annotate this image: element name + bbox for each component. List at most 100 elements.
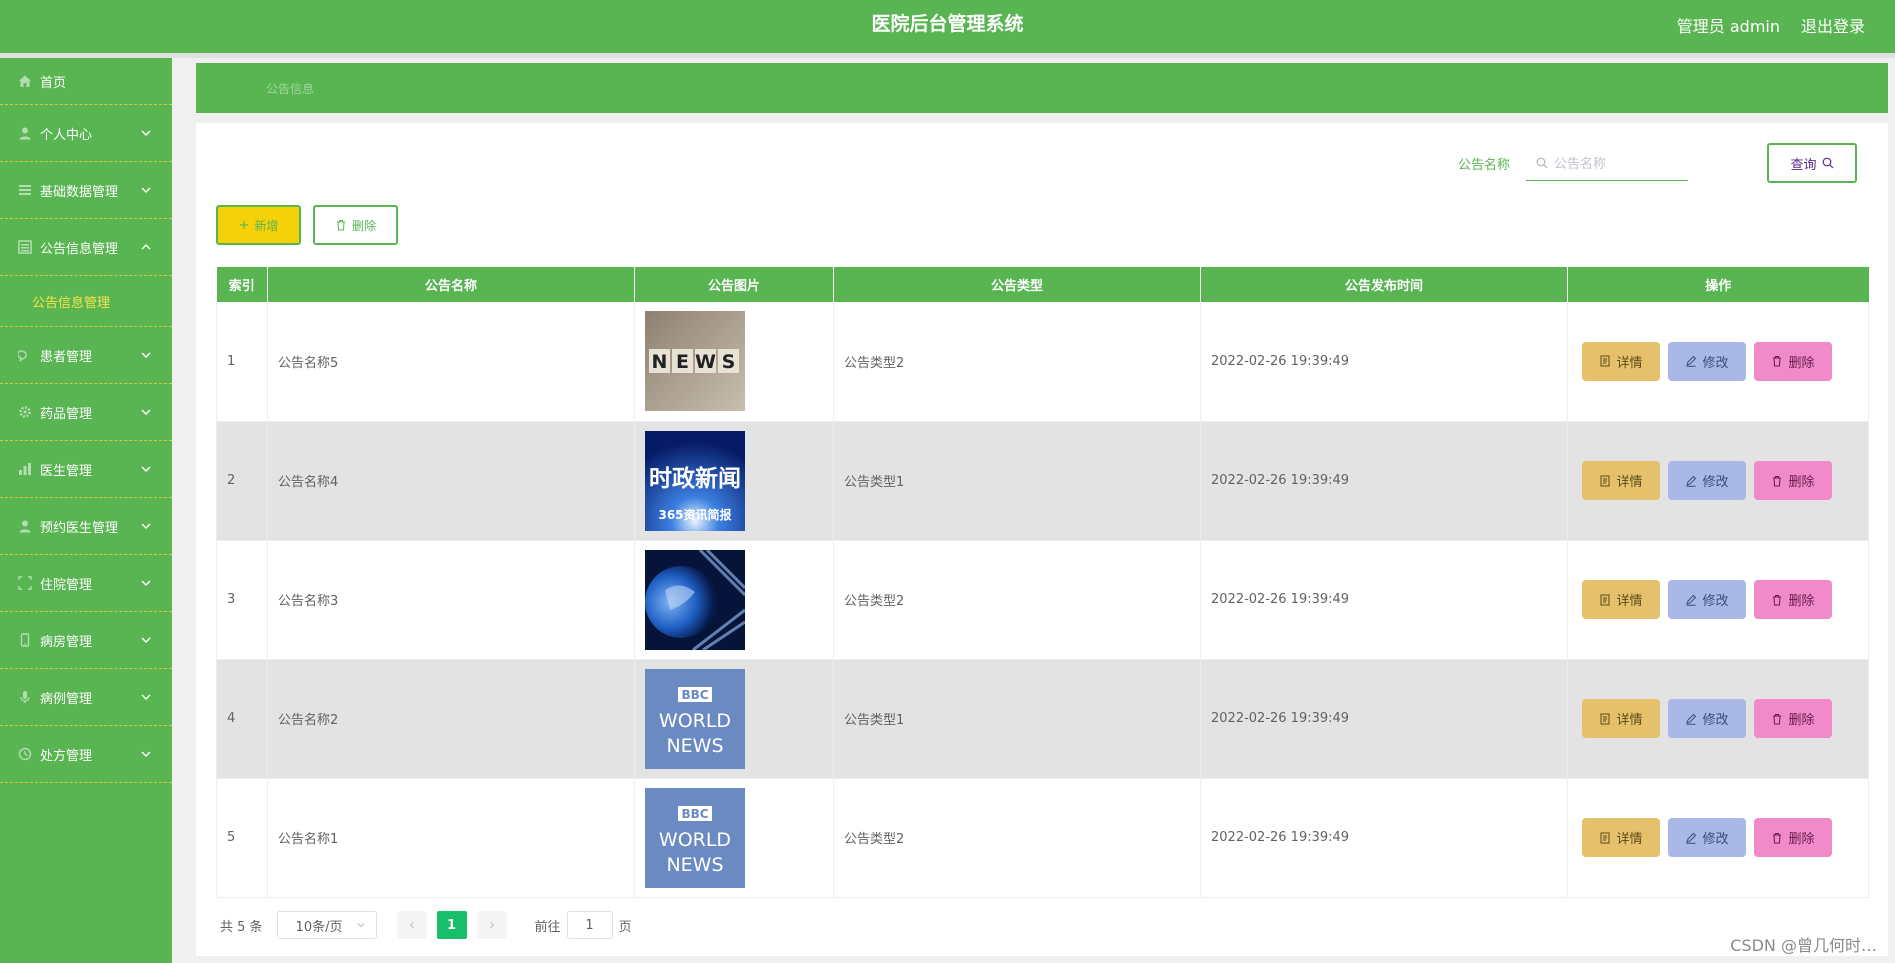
table-row: 4 公告名称2 BBC WORLD NEWS 公告类型1 2022-02-26 … xyxy=(216,659,1869,779)
batch-delete-button[interactable]: 删除 xyxy=(313,205,398,245)
next-page-button[interactable] xyxy=(476,911,507,939)
chevron-right-icon xyxy=(489,921,494,929)
page-number-current[interactable]: 1 xyxy=(436,911,467,939)
add-button[interactable]: + 新增 xyxy=(216,205,301,245)
edit-button[interactable]: 修改 xyxy=(1668,461,1746,500)
delete-button[interactable]: 删除 xyxy=(1754,461,1832,500)
cell-type: 公告类型2 xyxy=(833,302,1201,422)
cell-actions: 详情 修改 删除 xyxy=(1567,540,1869,660)
table-row: 5 公告名称1 BBC WORLD NEWS 公告类型2 2022-02-26 … xyxy=(216,778,1869,898)
sidebar-subitem-notice-management[interactable]: 公告信息管理 xyxy=(0,276,172,327)
detail-label: 详情 xyxy=(1616,594,1643,609)
trash-icon xyxy=(336,220,345,231)
delete-label: 删除 xyxy=(1788,713,1815,728)
detail-label: 详情 xyxy=(1616,475,1643,490)
news-letter: W xyxy=(695,351,716,373)
search-input[interactable]: 公告名称 xyxy=(1526,145,1688,181)
sidebar-item-patients[interactable]: 患者管理 xyxy=(0,327,172,384)
cell-actions: 详情 修改 删除 xyxy=(1567,659,1869,779)
document-icon xyxy=(1600,475,1610,486)
document-icon xyxy=(1600,355,1610,367)
delete-button[interactable]: 删除 xyxy=(1754,580,1832,619)
document-icon xyxy=(1600,832,1610,843)
logout-link[interactable]: 退出登录 xyxy=(1801,13,1865,37)
sidebar-item-medicine[interactable]: 药品管理 xyxy=(0,384,172,441)
sidebar-item-prescriptions[interactable]: 处方管理 xyxy=(0,726,172,783)
delete-label: 删除 xyxy=(1788,832,1815,847)
search-icon xyxy=(1822,157,1833,169)
cell-type: 公告类型2 xyxy=(833,778,1201,898)
sidebar-item-label: 首页 xyxy=(40,75,67,91)
chevron-left-icon xyxy=(409,921,414,929)
sidebar-item-appointments[interactable]: 预约医生管理 xyxy=(0,498,172,555)
notice-thumbnail[interactable] xyxy=(645,549,745,650)
grid-icon xyxy=(18,183,32,197)
cell-time: 2022-02-26 19:39:49 xyxy=(1200,302,1568,422)
page-size-select[interactable]: 10条/页 xyxy=(276,911,377,939)
header-divider xyxy=(0,53,1895,58)
notice-thumbnail[interactable]: N E W S xyxy=(645,311,745,412)
detail-button[interactable]: 详情 xyxy=(1582,341,1660,381)
sidebar-item-home[interactable]: 首页 xyxy=(0,58,172,105)
sidebar-item-label: 医生管理 xyxy=(40,463,93,479)
notice-thumbnail[interactable]: BBC WORLD NEWS xyxy=(645,668,745,769)
sidebar-item-hospitalization[interactable]: 住院管理 xyxy=(0,555,172,612)
goto-suffix: 页 xyxy=(618,919,632,935)
cell-time: 2022-02-26 19:39:49 xyxy=(1200,540,1568,660)
delete-button[interactable]: 删除 xyxy=(1754,818,1832,857)
sidebar-item-doctors[interactable]: 医生管理 xyxy=(0,441,172,498)
notice-thumbnail[interactable]: 时政新闻 365资讯简报 xyxy=(645,430,745,531)
edit-button[interactable]: 修改 xyxy=(1668,818,1746,857)
chat-icon xyxy=(18,348,32,362)
page-size-value: 10条/页 xyxy=(295,919,343,935)
edit-button[interactable]: 修改 xyxy=(1668,341,1746,381)
sidebar-item-personal[interactable]: 个人中心 xyxy=(0,105,172,162)
cell-index: 3 xyxy=(216,540,268,660)
chevron-down-icon xyxy=(141,580,151,586)
detail-button[interactable]: 详情 xyxy=(1582,818,1660,857)
bbc-world-text: WORLD xyxy=(659,710,731,732)
current-user: 管理员 admin xyxy=(1676,17,1780,36)
detail-button[interactable]: 详情 xyxy=(1582,580,1660,619)
cell-type: 公告类型1 xyxy=(833,421,1201,541)
cell-index: 4 xyxy=(216,659,268,779)
sidebar-item-cases[interactable]: 病例管理 xyxy=(0,669,172,726)
detail-button[interactable]: 详情 xyxy=(1582,699,1660,738)
table-header-row: 索引 公告名称 公告图片 公告类型 公告发布时间 操作 xyxy=(216,267,1869,302)
chevron-down-icon xyxy=(141,751,151,757)
query-button-label: 查询 xyxy=(1790,157,1817,173)
edit-button[interactable]: 修改 xyxy=(1668,699,1746,738)
sidebar-item-label: 住院管理 xyxy=(40,577,93,593)
batch-delete-button-label: 删除 xyxy=(351,218,376,233)
bbc-news-text: NEWS xyxy=(666,735,723,757)
notice-thumbnail[interactable]: BBC WORLD NEWS xyxy=(645,787,745,888)
breadcrumb-item[interactable]: 公告信息 xyxy=(266,80,314,97)
edit-button[interactable]: 修改 xyxy=(1668,580,1746,619)
delete-button[interactable]: 删除 xyxy=(1754,341,1832,381)
sidebar-item-label: 病房管理 xyxy=(40,634,93,650)
goto-page-input[interactable]: 1 xyxy=(566,911,613,939)
cell-image xyxy=(634,540,834,660)
gear-icon xyxy=(18,405,32,419)
column-header-actions: 操作 xyxy=(1567,267,1869,302)
sidebar-item-basic-data[interactable]: 基础数据管理 xyxy=(0,162,172,219)
delete-button[interactable]: 删除 xyxy=(1754,699,1832,738)
sidebar-item-label: 公告信息管理 xyxy=(40,241,119,257)
frame-icon xyxy=(18,576,32,590)
chevron-down-icon xyxy=(357,923,364,928)
document-icon xyxy=(1600,594,1610,605)
watermark: CSDN @曾几何时… xyxy=(1730,936,1877,955)
add-button-label: 新增 xyxy=(254,218,279,233)
app-title: 医院后台管理系统 xyxy=(871,13,1024,35)
main-panel: 公告名称 公告名称 查询 + 新增 删除 索引 公告名称 公告图片 公告类型 公… xyxy=(196,123,1888,956)
sidebar-item-notice-management[interactable]: 公告信息管理 xyxy=(0,219,172,276)
query-button[interactable]: 查询 xyxy=(1767,143,1857,183)
sidebar-item-wards[interactable]: 病房管理 xyxy=(0,612,172,669)
prev-page-button[interactable] xyxy=(396,911,427,939)
bbc-world-text: WORLD xyxy=(659,829,731,851)
sidebar-item-label: 患者管理 xyxy=(40,349,93,365)
sidebar-item-label: 处方管理 xyxy=(40,748,93,764)
detail-button[interactable]: 详情 xyxy=(1582,461,1660,500)
column-header-image: 公告图片 xyxy=(634,267,834,302)
pagination-total: 共 5 条 xyxy=(220,919,263,935)
